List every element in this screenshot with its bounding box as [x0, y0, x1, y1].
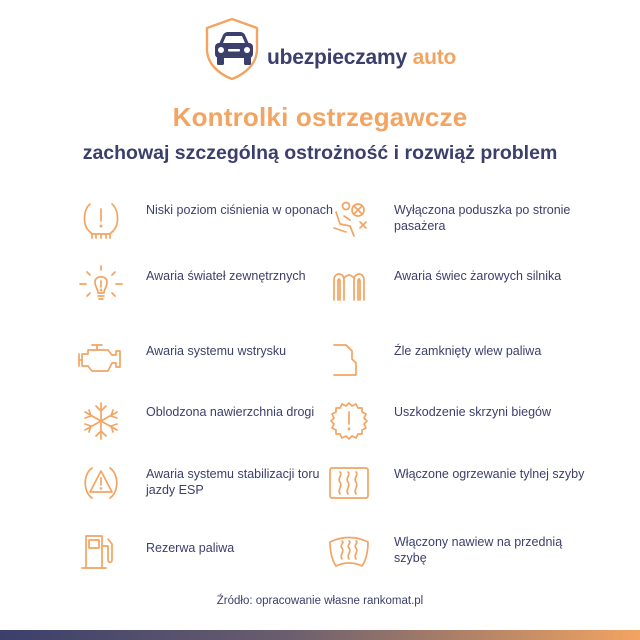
fuel-pump-icon — [78, 528, 124, 574]
item-label: Włączony nawiew na przednią szybę — [394, 535, 563, 565]
esp-warning-icon — [78, 460, 124, 506]
rear-defrost-icon — [326, 460, 372, 506]
item-label: Włączone ogrzewanie tylnej szyby — [394, 467, 585, 481]
item-label: Awaria systemu stabilizacji toru jazdy E… — [146, 467, 320, 497]
source-note: Źródło: opracowanie własne rankomat.pl — [216, 595, 424, 607]
brand-name-primary: ubezpieczamy — [267, 46, 407, 69]
item-label: Uszkodzenie skrzyni biegów — [394, 405, 552, 419]
item-label: Niski poziom ciśnienia w oponach — [146, 203, 333, 217]
page-subtitle: zachowaj szczególną ostrożność i rozwiąż… — [82, 142, 558, 164]
list-item: Awaria świec żarowych silnika — [326, 262, 626, 318]
item-label: Awaria świateł zewnętrznych — [146, 269, 306, 283]
list-item: Włączone ogrzewanie tylnej szyby — [326, 460, 626, 516]
exterior-light-icon — [78, 262, 124, 308]
brand-logo: ubezpieczamy auto — [199, 16, 456, 82]
shield-car-logo-icon — [199, 16, 265, 82]
page-title: Kontrolki ostrzegawcze — [172, 102, 468, 132]
fuel-cap-icon — [326, 337, 372, 383]
glow-plug-icon — [326, 262, 372, 308]
list-item: Uszkodzenie skrzyni biegów — [326, 398, 626, 454]
front-defrost-icon — [326, 528, 372, 574]
item-label: Rezerwa paliwa — [146, 541, 235, 555]
airbag-off-icon — [326, 196, 372, 242]
list-item: Włączony nawiew na przednią szybę — [326, 528, 626, 584]
list-item: Wyłączona poduszka po stronie pasażera — [326, 196, 626, 252]
item-label: Wyłączona poduszka po stronie pasażera — [394, 203, 571, 233]
item-label: Źle zamknięty wlew paliwa — [394, 344, 542, 358]
bottom-gradient-bar — [0, 630, 640, 640]
brand-name: ubezpieczamy auto — [267, 46, 456, 70]
tire-pressure-icon — [78, 196, 124, 242]
gearbox-icon — [326, 398, 372, 444]
item-label: Oblodzona nawierzchnia drogi — [146, 405, 315, 419]
brand-name-accent: auto — [412, 46, 457, 69]
list-item: Źle zamknięty wlew paliwa — [326, 337, 626, 393]
item-label: Awaria świec żarowych silnika — [394, 269, 562, 283]
item-label: Awaria systemu wstrysku — [146, 344, 287, 358]
snowflake-icon — [78, 398, 124, 444]
engine-icon — [78, 337, 124, 383]
